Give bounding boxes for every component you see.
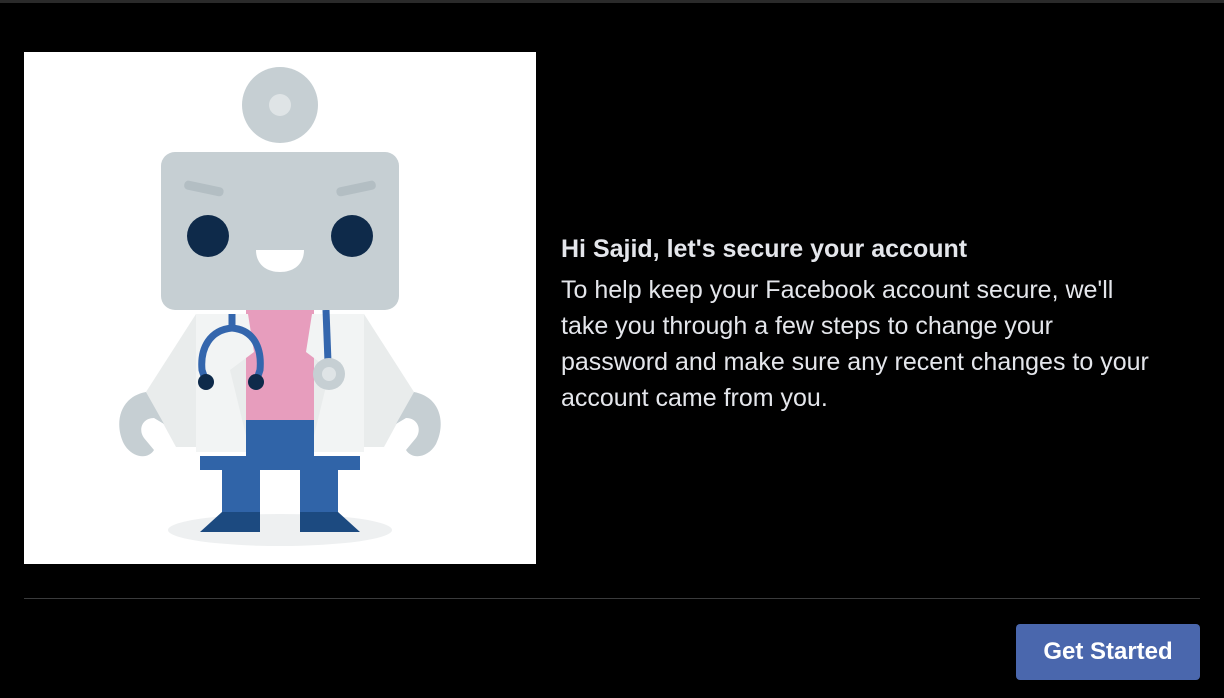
security-checkup-dialog: Hi Sajid, let's secure your account To h…: [0, 0, 1224, 698]
get-started-button[interactable]: Get Started: [1016, 624, 1200, 680]
window-top-border: [0, 0, 1224, 3]
doctor-robot-illustration: [24, 52, 536, 564]
dialog-title: Hi Sajid, let's secure your account: [561, 235, 968, 263]
robot-illustration-svg: [119, 67, 441, 546]
footer-divider: [24, 598, 1200, 599]
dialog-body: To help keep your Facebook account secur…: [561, 276, 1149, 412]
dialog-text: Hi Sajid, let's secure your account To h…: [561, 232, 1161, 416]
